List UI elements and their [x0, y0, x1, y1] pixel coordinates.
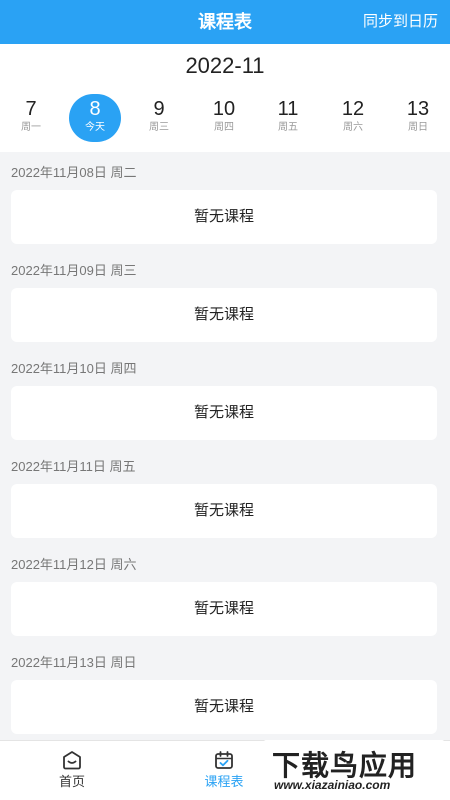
day-weekday: 周四 — [214, 122, 234, 133]
week-selector: 2022-11 7 周一 8 今天 9 周三 10 周四 11 周五 12 周六… — [0, 44, 450, 152]
schedule-day-section: 2022年11月08日 周二 暂无课程 — [0, 152, 450, 250]
schedule-date-label: 2022年11月11日 周五 — [11, 459, 136, 474]
sync-to-calendar-button[interactable]: 同步到日历 — [363, 0, 438, 44]
app-header: 课程表 同步到日历 — [0, 0, 450, 44]
watermark-url: www.xiazainiao.com — [274, 778, 391, 792]
day-item[interactable]: 9 周三 — [133, 94, 185, 142]
home-icon — [63, 751, 81, 770]
course-card[interactable]: 暂无课程 — [11, 190, 437, 244]
schedule-day-section: 2022年11月10日 周四 暂无课程 — [0, 348, 450, 446]
day-item[interactable]: 13 周日 — [392, 94, 444, 142]
day-number: 10 — [212, 98, 236, 120]
day-item[interactable]: 10 周四 — [198, 94, 250, 142]
tab-home[interactable]: 首页 — [27, 749, 117, 790]
day-number: 11 — [277, 98, 299, 120]
schedule-day-section: 2022年11月09日 周三 暂无课程 — [0, 250, 450, 348]
schedule-list[interactable]: 2022年11月08日 周二 暂无课程 2022年11月09日 周三 暂无课程 … — [0, 152, 450, 740]
day-weekday: 周六 — [343, 122, 363, 133]
schedule-day-section: 2022年11月11日 周五 暂无课程 — [0, 446, 450, 544]
day-number: 13 — [406, 98, 430, 120]
watermark-logo: 下载鸟应用 www.xiazainiao.com — [264, 740, 444, 796]
day-weekday: 周五 — [278, 122, 298, 133]
day-number: 7 — [25, 98, 37, 120]
tab-schedule[interactable]: 课程表 — [179, 749, 269, 790]
day-strip: 7 周一 8 今天 9 周三 10 周四 11 周五 12 周六 13 周日 — [0, 94, 450, 142]
schedule-day-section: 2022年11月13日 周日 暂无课程 — [0, 642, 450, 740]
course-card[interactable]: 暂无课程 — [11, 484, 437, 538]
schedule-day-section: 2022年11月12日 周六 暂无课程 — [0, 544, 450, 642]
day-item[interactable]: 11 周五 — [262, 94, 314, 142]
schedule-date-label: 2022年11月12日 周六 — [11, 557, 137, 572]
day-item[interactable]: 12 周六 — [327, 94, 379, 142]
schedule-date-label: 2022年11月13日 周日 — [11, 655, 137, 670]
schedule-date-label: 2022年11月09日 周三 — [11, 263, 137, 278]
day-item[interactable]: 7 周一 — [5, 94, 57, 142]
schedule-date-label: 2022年11月10日 周四 — [11, 361, 137, 376]
month-label: 2022-11 — [185, 53, 265, 78]
course-card[interactable]: 暂无课程 — [11, 386, 437, 440]
course-card[interactable]: 暂无课程 — [11, 288, 437, 342]
day-weekday: 周日 — [408, 122, 428, 133]
day-item-today[interactable]: 8 今天 — [69, 94, 121, 142]
course-card[interactable]: 暂无课程 — [11, 582, 437, 636]
calendar-icon — [215, 751, 233, 769]
day-number: 8 — [89, 98, 101, 120]
course-card[interactable]: 暂无课程 — [11, 680, 437, 734]
day-weekday: 今天 — [85, 122, 105, 133]
day-weekday: 周一 — [21, 122, 41, 133]
tab-label: 首页 — [58, 774, 85, 789]
schedule-date-label: 2022年11月08日 周二 — [11, 165, 137, 180]
day-number: 12 — [341, 98, 365, 120]
tab-label: 课程表 — [204, 774, 244, 789]
day-weekday: 周三 — [149, 122, 169, 133]
day-number: 9 — [153, 98, 165, 120]
